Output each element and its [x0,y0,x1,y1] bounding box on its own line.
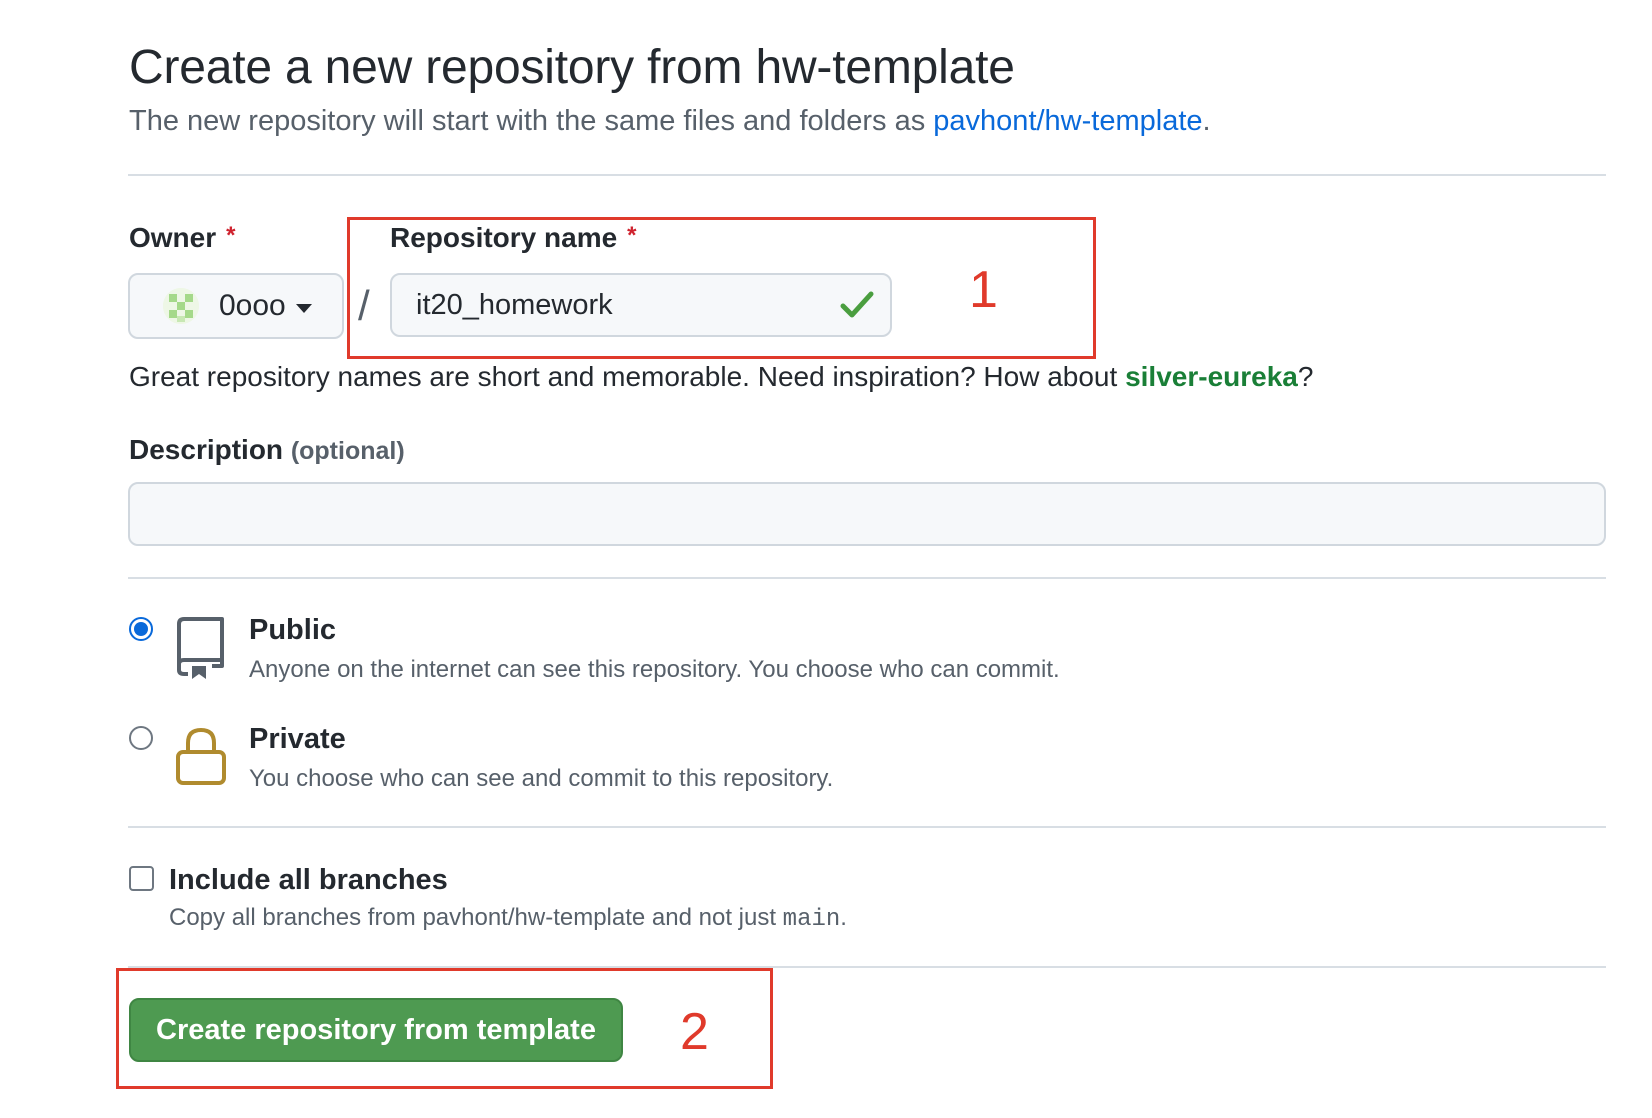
description-input[interactable] [128,482,1606,546]
owner-name: 0ooo [219,289,286,322]
required-marker: * [226,222,236,249]
public-description: Anyone on the internet can see this repo… [249,656,1060,683]
branches-desc-end: . [840,904,847,931]
avatar-icon [163,288,199,324]
repo-icon [177,617,224,679]
hint-end: ? [1297,361,1314,392]
page-subtitle: The new repository will start with the s… [129,105,1211,138]
branch-name-code: main [782,906,841,933]
annotation-label-1: 1 [969,261,998,319]
hint-text: Great repository names are short and mem… [129,361,1126,392]
template-link[interactable]: pavhont/hw-template [933,105,1202,137]
branches-desc-text: Copy all branches from pavhont/hw-templa… [169,904,783,931]
owner-label: Owner * [129,222,235,254]
divider [128,174,1606,176]
include-branches-description: Copy all branches from pavhont/hw-templa… [169,904,847,933]
private-description: You choose who can see and commit to thi… [249,765,834,792]
description-label: Description (optional) [129,434,405,466]
private-radio[interactable] [129,726,153,750]
description-label-text: Description [129,434,284,465]
annotation-box-2 [116,968,773,1089]
public-title: Public [249,614,337,646]
caret-down-icon [295,303,312,313]
subtitle-text: The new repository will start with the s… [129,105,934,137]
divider [128,826,1606,828]
include-branches-label[interactable]: Include all branches [169,864,448,897]
lock-icon [176,727,226,785]
subtitle-period: . [1202,105,1211,137]
optional-tag: (optional) [290,437,405,465]
owner-label-text: Owner [129,222,217,253]
page-title: Create a new repository from hw-template [129,41,1015,94]
name-suggestion[interactable]: silver-eureka [1125,361,1298,392]
repo-name-hint: Great repository names are short and mem… [129,361,1313,393]
divider [128,577,1606,579]
owner-select[interactable]: 0ooo [128,273,344,339]
annotation-label-2: 2 [680,1003,709,1061]
private-title: Private [249,723,346,755]
include-branches-checkbox[interactable] [129,866,154,891]
public-radio[interactable] [129,617,153,641]
